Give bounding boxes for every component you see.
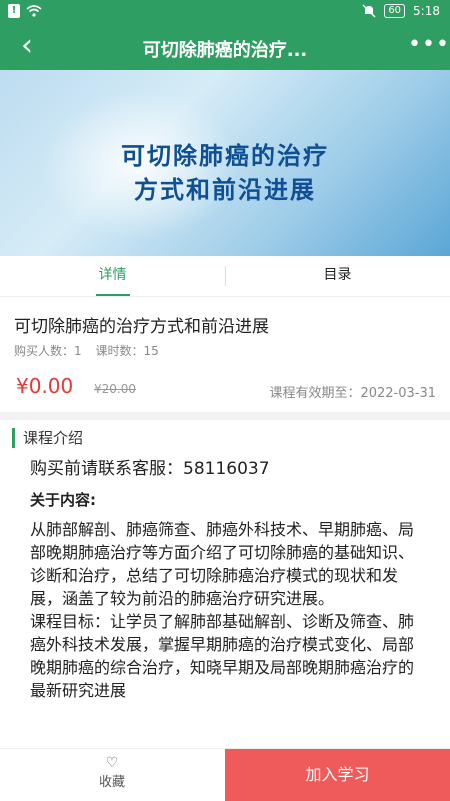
tab-catalog-label: 目录 xyxy=(323,267,352,283)
tab-details[interactable]: 详情 xyxy=(0,256,225,296)
intro-paragraph-1: 从肺部解剖、肺癌筛查、肺癌外科技术、早期肺癌、局部晚期肺癌治疗等方面介绍了可切除… xyxy=(30,520,415,608)
intro-heading: 课程介绍 xyxy=(12,428,83,448)
more-options-icon[interactable]: ••• xyxy=(408,32,449,62)
battery-icon: 60 xyxy=(384,4,406,18)
status-time: 5:18 xyxy=(413,4,440,18)
about-label: 关于内容: xyxy=(30,491,96,509)
sim-card-icon: ! xyxy=(8,4,20,18)
join-study-button[interactable]: 加入学习 xyxy=(225,749,450,801)
status-bar: ! 60 5:18 xyxy=(0,0,450,24)
course-meta: 购买人数：1 课时数：15 xyxy=(14,342,169,359)
intro-paragraph-2: 课程目标：让学员了解肺部基础解剖、诊断及筛查、肺癌外科技术发展，掌握早期肺癌的治… xyxy=(30,612,415,700)
lesson-count: 课时数：15 xyxy=(95,344,159,358)
banner-title-line2: 方式和前沿进展 xyxy=(134,176,316,204)
course-banner: 可切除肺癌的治疗 方式和前沿进展 xyxy=(0,70,450,256)
heart-icon: ♡ xyxy=(105,755,119,771)
back-arrow-icon[interactable]: ‹ xyxy=(12,30,42,64)
tab-catalog[interactable]: 目录 xyxy=(225,256,450,296)
original-price: ¥20.00 xyxy=(94,382,136,396)
section-divider xyxy=(0,412,450,420)
intro-content: 购买前请联系客服：58116037 关于内容: 从肺部解剖、肺癌筛查、肺癌外科技… xyxy=(30,458,428,702)
favorite-button[interactable]: ♡ 收藏 xyxy=(0,749,224,801)
banner-title-line1: 可切除肺癌的治疗 xyxy=(121,142,329,170)
buyer-count: 购买人数：1 xyxy=(14,344,82,358)
tab-details-label: 详情 xyxy=(98,267,127,283)
nav-bar: ‹ 可切除肺癌的治疗... ••• xyxy=(0,24,450,70)
bottom-action-bar: ♡ 收藏 加入学习 xyxy=(0,748,450,801)
course-price: ¥0.00 xyxy=(16,374,74,398)
wifi-icon xyxy=(26,5,42,17)
mute-bell-icon xyxy=(362,4,376,18)
course-title: 可切除肺癌的治疗方式和前沿进展 xyxy=(14,317,269,337)
favorite-label: 收藏 xyxy=(98,775,125,790)
tab-bar: 详情 目录 xyxy=(0,256,450,297)
course-validity: 课程有效期至：2022-03-31 xyxy=(269,386,436,401)
active-tab-indicator xyxy=(96,294,130,296)
page-title: 可切除肺癌的治疗... xyxy=(142,40,308,61)
contact-line: 购买前请联系客服：58116037 xyxy=(30,459,270,479)
